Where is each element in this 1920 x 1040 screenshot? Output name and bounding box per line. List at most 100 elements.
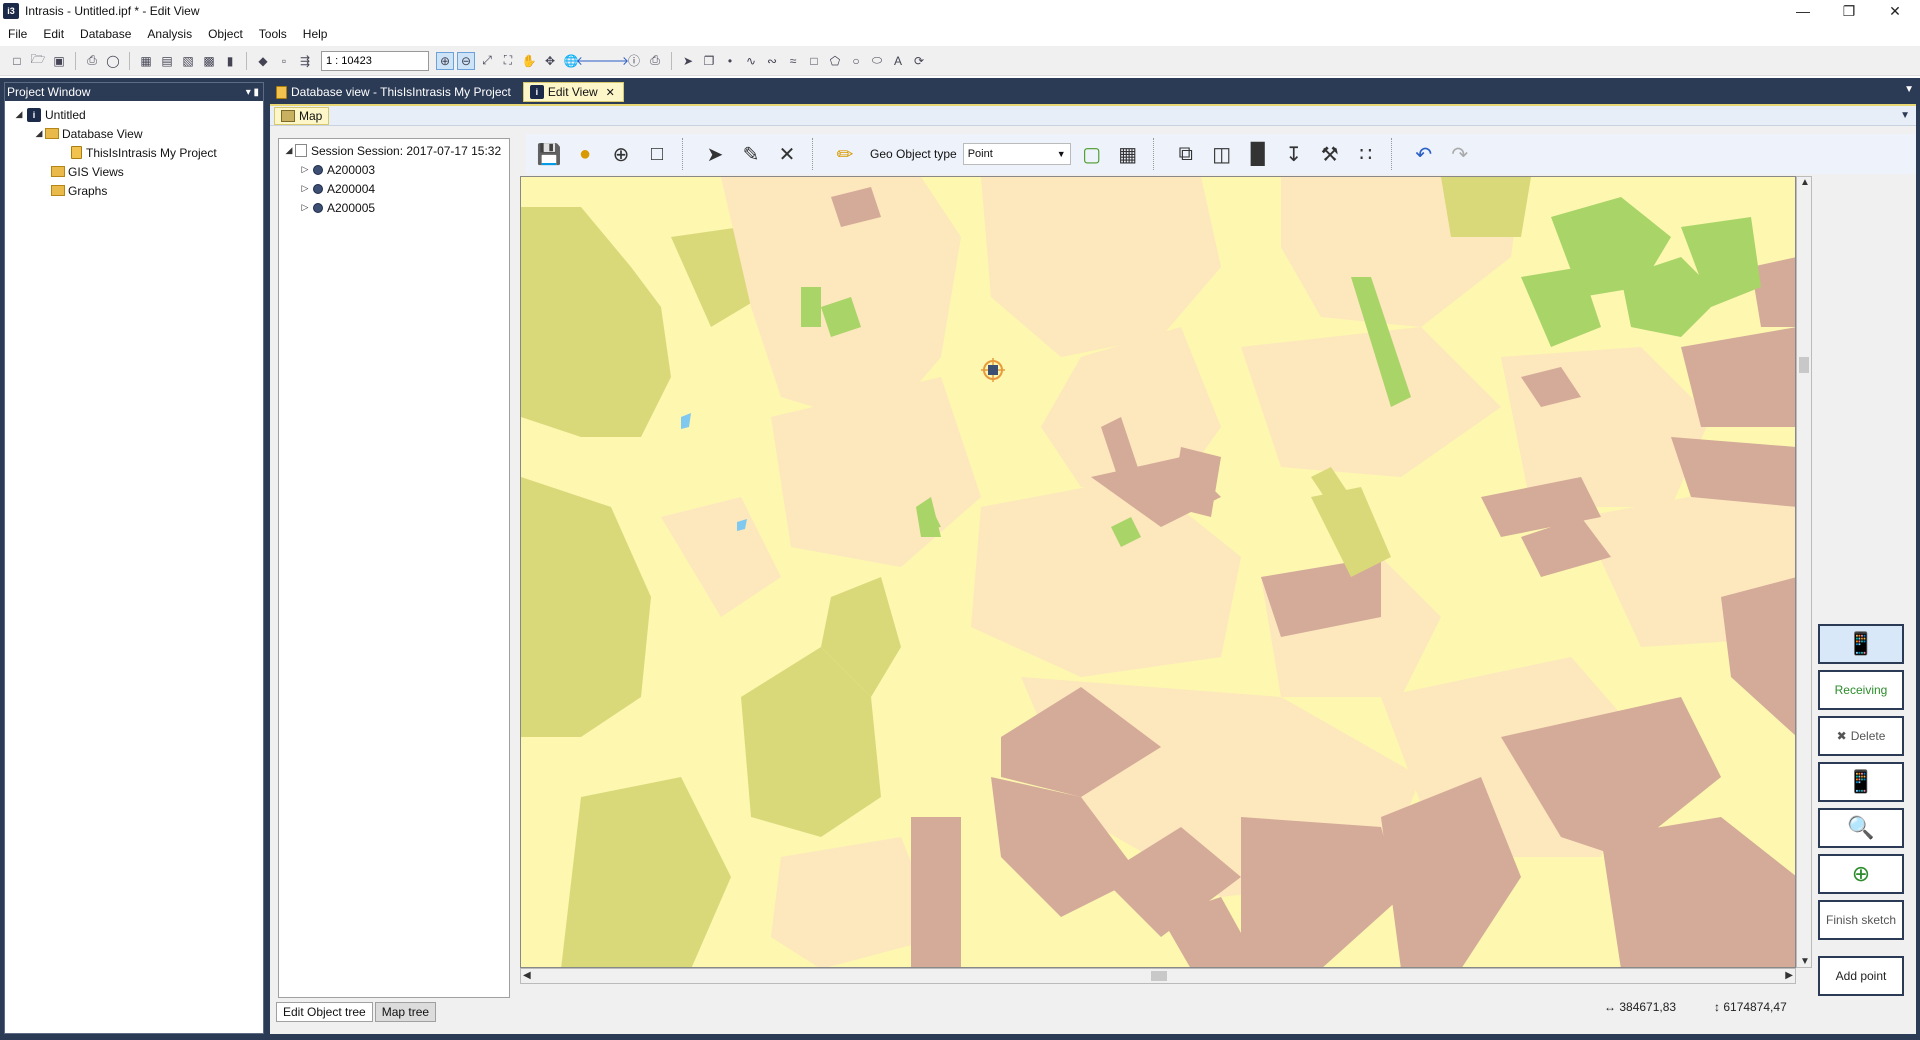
circle-icon[interactable]: ○ xyxy=(847,52,865,70)
layer-icon[interactable]: ▫ xyxy=(275,52,293,70)
tree-item-untitled[interactable]: ◢ i Untitled xyxy=(5,105,263,124)
zoom-out-icon[interactable]: ⊖ xyxy=(457,51,475,70)
page-icon[interactable]: □ xyxy=(642,139,672,169)
minimize-icon[interactable]: — xyxy=(1780,0,1826,22)
pan-icon[interactable]: ✥ xyxy=(541,52,559,70)
tab-map-tree[interactable]: Map tree xyxy=(374,1002,437,1022)
save-icon[interactable]: ▣ xyxy=(50,52,68,70)
polygon-area-icon[interactable]: ▢ xyxy=(1077,139,1107,169)
scroll-left-icon[interactable]: ◀ xyxy=(523,970,531,981)
point-marker[interactable] xyxy=(988,365,998,375)
expand-icon[interactable]: ▷ xyxy=(299,164,311,175)
import-icon[interactable]: ↧ xyxy=(1279,139,1309,169)
pin-icon[interactable]: ▾ ▮ xyxy=(246,87,263,98)
pan-hand-icon[interactable]: ✋ xyxy=(520,52,538,70)
print-icon[interactable]: ⎙ xyxy=(83,52,101,70)
scroll-up-icon[interactable]: ▲ xyxy=(1800,177,1810,188)
menu-object[interactable]: Object xyxy=(200,27,251,41)
tree-item-session[interactable]: ◢ Session Session: 2017-07-17 15:32 xyxy=(279,141,509,160)
gps-plus-button[interactable]: ⊕ xyxy=(1818,854,1904,894)
maximize-icon[interactable]: ❐ xyxy=(1826,0,1872,22)
tab-database-view[interactable]: Database view - ThisIsIntrasis My Projec… xyxy=(270,82,519,102)
point-icon[interactable]: • xyxy=(721,52,739,70)
tree-item-object[interactable]: ▷ A200003 xyxy=(279,160,509,179)
table-edit-icon[interactable]: ▧ xyxy=(179,52,197,70)
refresh-icon[interactable]: ◯ xyxy=(104,52,122,70)
gps-zoom-button[interactable]: 🔍 xyxy=(1818,808,1904,848)
multi-select-icon[interactable]: ❐ xyxy=(700,52,718,70)
horizontal-scrollbar[interactable]: ◀ ▶ xyxy=(520,968,1796,984)
open-folder-icon[interactable]: 🗁 xyxy=(29,52,47,70)
layer-export-icon[interactable]: ⇶ xyxy=(296,52,314,70)
undo-icon[interactable]: ↶ xyxy=(1409,139,1439,169)
redo-icon[interactable]: ↷ xyxy=(1445,139,1475,169)
tree-item-gis-views[interactable]: GIS Views xyxy=(5,162,263,181)
map-canvas[interactable] xyxy=(520,176,1796,968)
print-map-icon[interactable]: ⎙ xyxy=(646,52,664,70)
menu-file[interactable]: File xyxy=(0,27,35,41)
measure-icon[interactable]: ⟳ xyxy=(910,52,928,70)
tree-item-object[interactable]: ▷ A200005 xyxy=(279,198,509,217)
collapse-icon[interactable]: ◢ xyxy=(33,128,45,139)
rectangle-icon[interactable]: □ xyxy=(805,52,823,70)
edit-vertices-icon[interactable]: ✎ xyxy=(736,139,766,169)
gps-hand-button[interactable]: 📱 xyxy=(1818,762,1904,802)
points-icon[interactable]: ∷ xyxy=(1351,139,1381,169)
gps-device-button[interactable]: 📱 xyxy=(1818,624,1904,664)
delete-x-icon[interactable]: ✕ xyxy=(772,139,802,169)
copy-geometry-icon[interactable]: ⧉ xyxy=(1171,139,1201,169)
menu-database[interactable]: Database xyxy=(72,27,139,41)
vertical-scrollbar[interactable]: ▲ ▼ xyxy=(1796,176,1812,968)
grid-icon[interactable]: ▦ xyxy=(1113,139,1143,169)
polyline-icon[interactable]: ∿ xyxy=(742,52,760,70)
scale-input[interactable] xyxy=(321,50,429,71)
freehand-icon[interactable]: ≈ xyxy=(784,52,802,70)
expand-icon[interactable]: ▷ xyxy=(299,183,311,194)
tab-map[interactable]: Map xyxy=(274,106,330,125)
tab-edit-view[interactable]: i Edit View ✕ xyxy=(522,82,624,102)
zoom-to-object-icon[interactable]: ⊕ xyxy=(606,139,636,169)
geo-object-type-select[interactable]: Point ▼ xyxy=(962,143,1071,165)
select-map-icon[interactable]: ◆ xyxy=(254,52,272,70)
collapse-icon[interactable]: ◢ xyxy=(283,145,295,156)
info-icon[interactable]: ⓘ xyxy=(625,52,643,70)
align-icon[interactable]: █ xyxy=(1243,139,1273,169)
finish-sketch-button[interactable]: Finish sketch xyxy=(1818,900,1904,940)
menu-help[interactable]: Help xyxy=(295,27,336,41)
receiving-button[interactable]: Receiving xyxy=(1818,670,1904,710)
add-point-button[interactable]: Add point xyxy=(1818,956,1904,996)
expand-icon[interactable]: ▷ xyxy=(299,202,311,213)
horizontal-scroll-thumb[interactable] xyxy=(1151,971,1167,981)
table-add-icon[interactable]: ▦ xyxy=(137,52,155,70)
forward-arrow-icon[interactable]: 🡒 xyxy=(597,52,629,70)
report-icon[interactable]: ▩ xyxy=(200,52,218,70)
close-icon[interactable]: ✕ xyxy=(1872,0,1918,22)
collapse-icon[interactable]: ◢ xyxy=(13,109,25,120)
zoom-in-icon[interactable]: ⊕ xyxy=(436,51,454,70)
tab-edit-object-tree[interactable]: Edit Object tree xyxy=(276,1002,373,1022)
save-edits-icon[interactable]: 💾 xyxy=(534,139,564,169)
delete-button[interactable]: ✖ Delete xyxy=(1818,716,1904,756)
tree-item-object[interactable]: ▷ A200004 xyxy=(279,179,509,198)
curve-icon[interactable]: ∾ xyxy=(763,52,781,70)
scroll-down-icon[interactable]: ▼ xyxy=(1800,956,1810,967)
vertical-scroll-thumb[interactable] xyxy=(1799,357,1809,373)
subtab-dropdown-icon[interactable]: ▼ xyxy=(1900,110,1910,121)
ellipse-icon[interactable]: ⬭ xyxy=(868,52,886,70)
split-icon[interactable]: ◫ xyxy=(1207,139,1237,169)
select-arrow-icon[interactable]: ➤ xyxy=(700,139,730,169)
menu-tools[interactable]: Tools xyxy=(251,27,295,41)
pointer-icon[interactable]: ➤ xyxy=(679,52,697,70)
polygon-icon[interactable]: ⬠ xyxy=(826,52,844,70)
text-icon[interactable]: A xyxy=(889,52,907,70)
pencil-icon[interactable]: ✏ xyxy=(830,139,860,169)
tree-item-database-view[interactable]: ◢ Database View xyxy=(5,124,263,143)
menu-analysis[interactable]: Analysis xyxy=(139,27,200,41)
menu-edit[interactable]: Edit xyxy=(35,27,72,41)
scroll-right-icon[interactable]: ▶ xyxy=(1785,970,1793,981)
new-file-icon[interactable]: □ xyxy=(8,52,26,70)
close-tab-icon[interactable]: ✕ xyxy=(606,86,615,99)
tab-dropdown-icon[interactable]: ▼ xyxy=(1904,84,1914,95)
full-extent-icon[interactable]: ⛶ xyxy=(499,52,517,70)
zoom-extent-icon[interactable]: ⤢ xyxy=(478,52,496,70)
